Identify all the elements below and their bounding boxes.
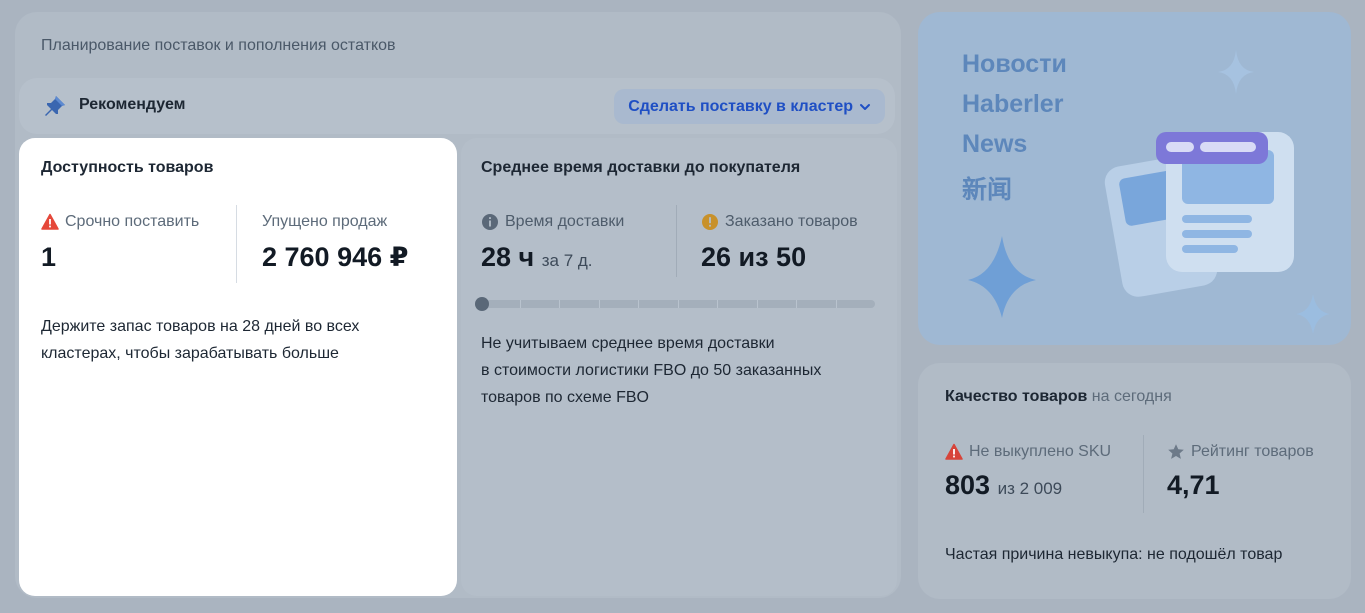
card-title: Качество товаров на сегодня (945, 388, 1172, 405)
unbought-reason: Частая причина невыкупа: не подошёл това… (945, 546, 1283, 563)
unbought-total: из 2 009 (997, 479, 1063, 498)
delivery-period: за 7 д. (541, 251, 593, 270)
news-banner[interactable]: Новости Haberler News 新闻 (918, 12, 1351, 345)
delivery-progress-bar (475, 297, 875, 311)
recommendation-bar: Рекомендуем Сделать поставку в кластер (19, 78, 895, 134)
unbought-sku-value: 803 из 2 009 (945, 470, 1063, 500)
warning-circle-icon (702, 214, 718, 230)
urgent-supply-label: Срочно поставить (41, 213, 199, 231)
chevron-down-icon (860, 103, 870, 110)
availability-card[interactable]: Доступность товаров Срочно поставить 1 У… (19, 138, 457, 596)
supply-button-label: Сделать поставку в кластер (628, 97, 853, 115)
card-title: Среднее время доставки до покупателя (481, 159, 801, 176)
lost-sales-value: 2 760 946 ₽ (262, 242, 409, 272)
lost-sales-label: Упущено продаж (262, 213, 388, 230)
delivery-description: Не учитываем среднее время доставки в ст… (481, 335, 822, 406)
unbought-sku-label: Не выкуплено SKU (945, 443, 1111, 461)
news-line-ru: Новости (962, 50, 1067, 78)
urgent-supply-value: 1 (41, 242, 57, 272)
panel-title: Планирование поставок и пополнения остат… (41, 37, 396, 54)
delivery-time-label: Время доставки (481, 213, 624, 231)
divider (1143, 435, 1144, 513)
delivery-time-value: 28 ч за 7 д. (481, 242, 593, 272)
product-quality-card[interactable]: Качество товаров на сегодня Не выкуплено… (918, 363, 1351, 599)
divider (676, 205, 677, 277)
delivery-time-card[interactable]: Среднее время доставки до покупателя Вре… (461, 138, 897, 596)
progress-marker (475, 297, 489, 311)
news-line-tr: Haberler (962, 90, 1064, 118)
divider (236, 205, 237, 283)
ordered-items-label: Заказано товаров (701, 213, 858, 231)
star-icon (1168, 444, 1184, 459)
card-title: Доступность товаров (41, 159, 214, 176)
news-line-zh: 新闻 (962, 176, 1013, 204)
title-suffix: на сегодня (1091, 388, 1172, 405)
news-line-en: News (962, 130, 1028, 158)
rating-value: 4,71 (1167, 470, 1220, 500)
rating-label: Рейтинг товаров (1167, 443, 1314, 461)
availability-description: Держите запас товаров на 28 дней во всех… (41, 318, 360, 362)
info-icon (482, 214, 498, 230)
warning-icon (945, 443, 963, 460)
ordered-items-value: 26 из 50 (701, 242, 807, 272)
pushpin-icon (45, 96, 65, 116)
recommend-label: Рекомендуем (79, 96, 186, 113)
make-supply-to-cluster-button[interactable]: Сделать поставку в кластер (614, 89, 885, 124)
warning-icon (41, 213, 59, 230)
